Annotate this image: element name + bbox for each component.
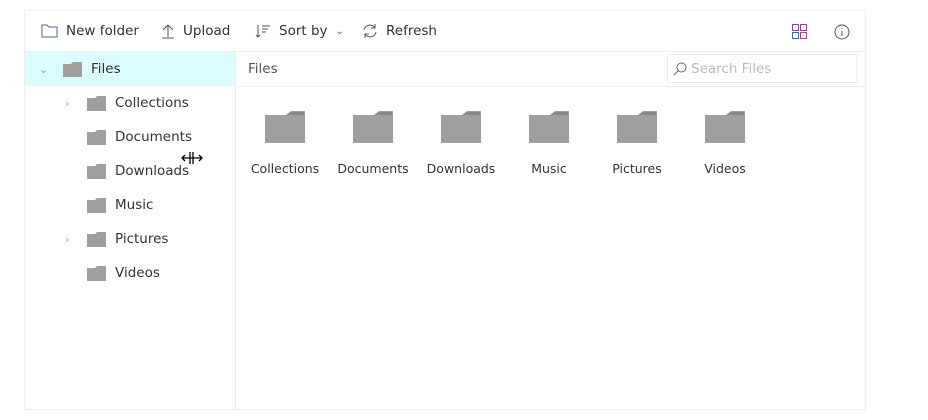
search-input[interactable] <box>691 60 851 77</box>
tree-label: Videos <box>115 265 160 281</box>
sort-by-button[interactable]: Sort by ⌄ <box>255 23 344 39</box>
toolbar: New folder Upload Sort by ⌄ Refresh <box>25 11 865 52</box>
chevron-down-icon[interactable]: ⌄ <box>39 63 51 76</box>
refresh-button[interactable]: Refresh <box>362 23 437 39</box>
folder-icon <box>63 61 82 77</box>
file-name: Downloads <box>426 161 496 176</box>
folder-icon <box>617 111 657 143</box>
refresh-label: Refresh <box>386 23 437 39</box>
folder-icon <box>441 111 481 143</box>
chevron-right-icon[interactable]: › <box>65 233 77 246</box>
tree-label: Music <box>115 197 154 213</box>
folder-icon <box>705 111 745 143</box>
folder-icon <box>87 231 106 247</box>
refresh-icon <box>363 24 377 38</box>
tree-item[interactable]: › Collections <box>25 86 235 120</box>
folder-icon <box>87 163 106 179</box>
folder-icon <box>265 111 305 143</box>
folder-icon <box>87 265 106 281</box>
tree-label: Files <box>91 61 121 77</box>
file-manager: New folder Upload Sort by ⌄ Refresh ⌄ Fi… <box>24 10 866 410</box>
tree-item[interactable]: Documents <box>25 120 235 154</box>
file-item[interactable]: Collections <box>241 111 329 176</box>
search-box[interactable] <box>667 54 857 83</box>
tree-label: Collections <box>115 95 189 111</box>
file-name: Videos <box>704 161 746 176</box>
search-icon <box>673 62 687 75</box>
upload-icon <box>162 24 174 39</box>
sort-icon <box>255 25 270 38</box>
file-name: Documents <box>337 161 409 176</box>
large-icons-view-button[interactable] <box>792 24 807 39</box>
chevron-right-icon[interactable]: › <box>65 97 77 110</box>
new-folder-button[interactable]: New folder <box>41 23 139 39</box>
tree-label: Pictures <box>115 231 169 247</box>
folder-icon <box>87 95 106 111</box>
tree-label: Downloads <box>115 163 190 179</box>
file-name: Music <box>531 161 567 176</box>
resize-cursor-icon <box>181 152 203 164</box>
file-name: Pictures <box>612 161 662 176</box>
file-item[interactable]: Documents <box>329 111 417 176</box>
tree-item-files[interactable]: ⌄ Files <box>25 52 235 86</box>
folder-icon <box>529 111 569 143</box>
file-item[interactable]: Videos <box>681 111 769 176</box>
file-item[interactable]: Music <box>505 111 593 176</box>
large-icons-view-icon <box>792 24 807 39</box>
new-folder-label: New folder <box>66 23 139 39</box>
sort-by-label: Sort by <box>279 23 328 39</box>
chevron-down-icon: ⌄ <box>335 25 344 37</box>
info-icon <box>834 24 850 40</box>
upload-button[interactable]: Upload <box>161 23 230 39</box>
tree-item[interactable]: › Pictures <box>25 222 235 256</box>
file-name: Collections <box>250 161 320 176</box>
tree-item[interactable]: Downloads <box>25 154 235 188</box>
tree-item[interactable]: Videos <box>25 256 235 290</box>
tree-item[interactable]: Music <box>25 188 235 222</box>
breadcrumb-bar: Files <box>237 52 865 87</box>
tree-label: Documents <box>115 129 192 145</box>
file-item[interactable]: Pictures <box>593 111 681 176</box>
folder-icon <box>87 129 106 145</box>
breadcrumb[interactable]: Files <box>248 61 278 77</box>
folder-icon <box>87 197 106 213</box>
upload-label: Upload <box>183 23 231 39</box>
details-button[interactable] <box>834 24 850 40</box>
folder-icon <box>353 111 393 143</box>
folder-outline-icon <box>41 24 58 38</box>
file-item[interactable]: Downloads <box>417 111 505 176</box>
navigation-pane: ⌄ Files › Collections Documents Downloads Mu… <box>25 52 236 409</box>
